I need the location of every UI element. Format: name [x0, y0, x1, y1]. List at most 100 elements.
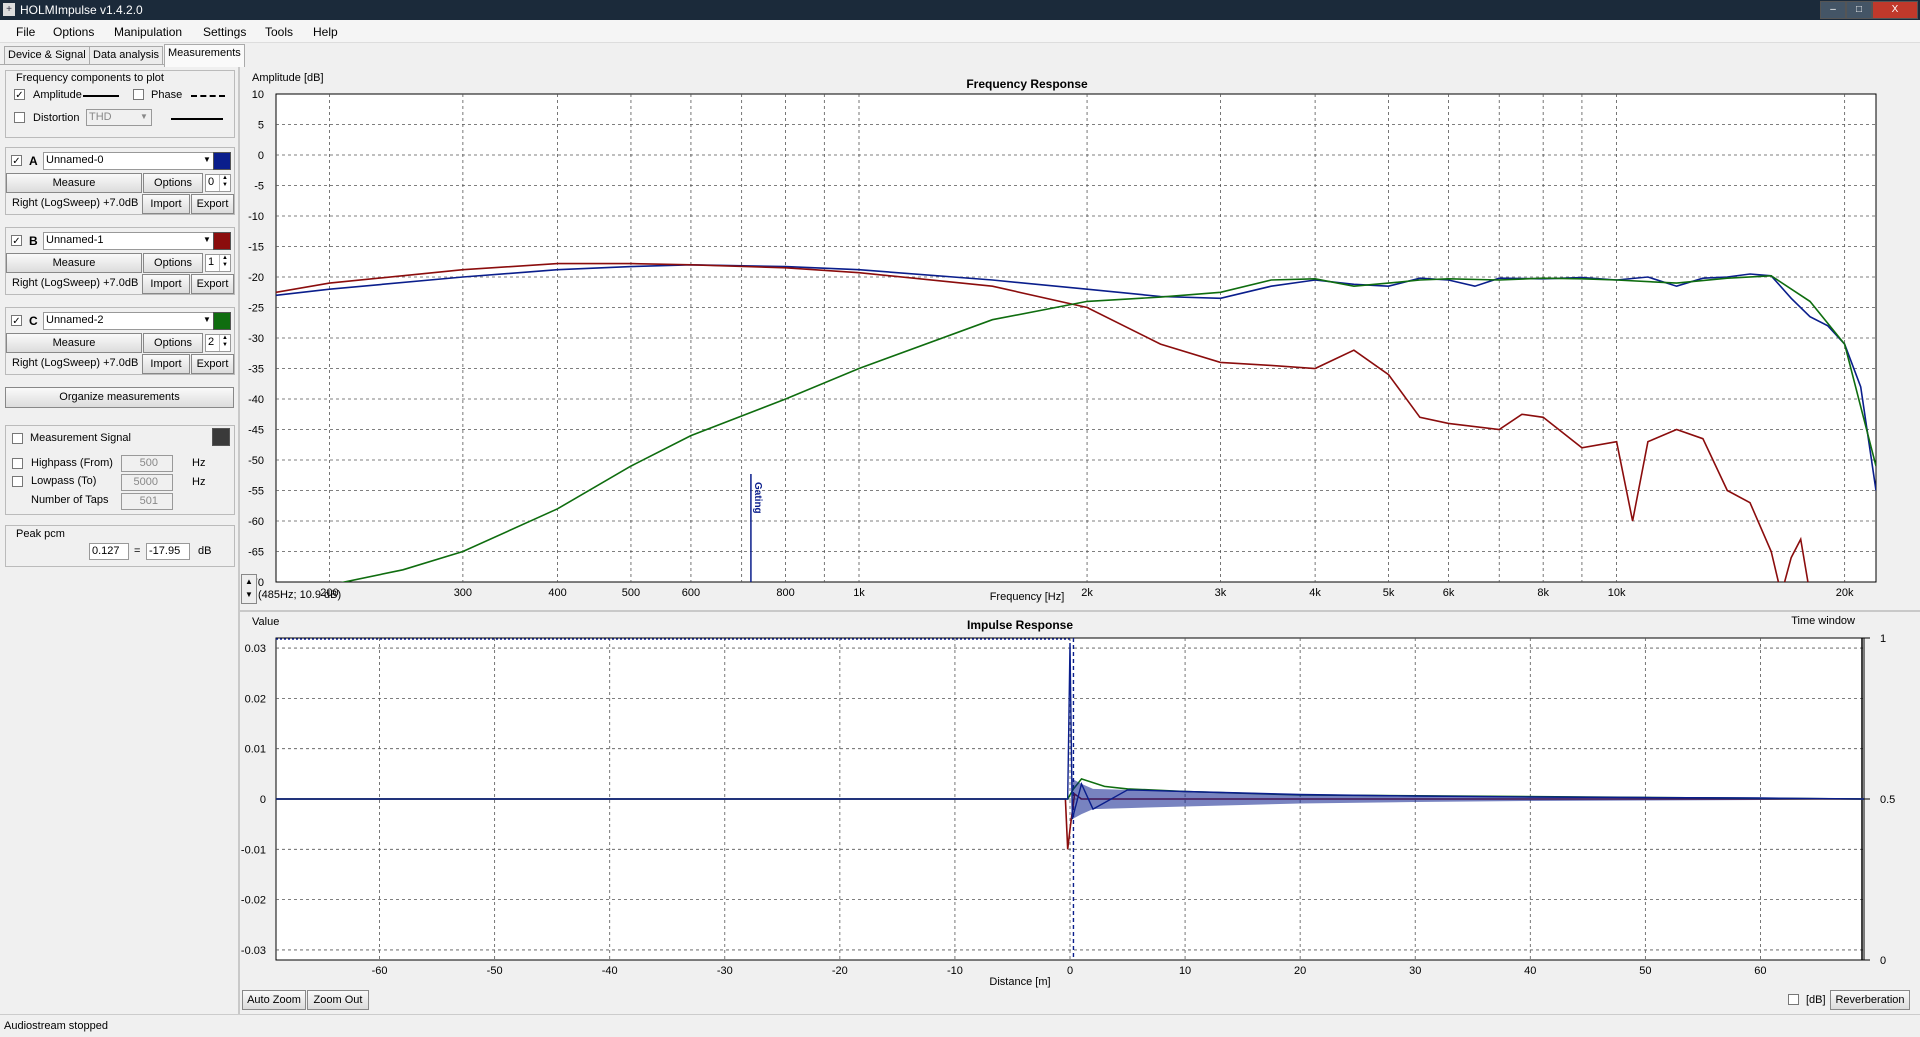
freq-xtick-label: 400: [548, 587, 566, 599]
impulse-ytick-label: -0.03: [241, 945, 266, 957]
measurement-a-letter: A: [29, 154, 38, 168]
freq-ytick-label: -20: [248, 272, 264, 284]
menu-help[interactable]: Help: [313, 25, 338, 39]
measurement-c-name-value: Unnamed-2: [46, 314, 104, 326]
highpass-field[interactable]: 500: [121, 455, 173, 472]
peak-group: Peak pcm 0.127 = -17.95 dB: [5, 525, 235, 567]
cursor-readout: (485Hz; 10.9 dB): [258, 589, 342, 601]
peak-db-field[interactable]: -17.95: [146, 543, 190, 560]
close-button[interactable]: X: [1872, 1, 1918, 19]
measurement-b-index[interactable]: 1 ▲ ▼: [205, 254, 231, 272]
impulse-chart[interactable]: 0.03 0.02 0.01 0 -0.01 -0.02 -0.03 -60 -50 -40 -30…: [240, 612, 1920, 990]
menu-options[interactable]: Options: [53, 25, 94, 39]
measurement-a-checkbox[interactable]: ✓: [11, 155, 22, 167]
impulse-xtick-label: -40: [602, 965, 618, 977]
impulse-xtick-label: -30: [717, 965, 733, 977]
organize-measurements-button[interactable]: Organize measurements: [5, 387, 234, 408]
measurement-c-color[interactable]: [213, 312, 231, 330]
measure-b-button[interactable]: Measure: [6, 253, 142, 273]
export-c-button[interactable]: Export: [191, 354, 234, 374]
freq-ytick-label: -55: [248, 486, 264, 498]
amplitude-checkbox[interactable]: ✓: [14, 89, 25, 101]
measurement-c-checkbox[interactable]: ✓: [11, 315, 22, 327]
chevron-down-icon: ▼: [203, 235, 211, 244]
measurement-b-name[interactable]: Unnamed-1 ▼: [43, 232, 215, 250]
measure-a-button[interactable]: Measure: [6, 173, 142, 193]
measurement-a-color[interactable]: [213, 152, 231, 170]
menu-tools[interactable]: Tools: [265, 25, 293, 39]
menu-manipulation[interactable]: Manipulation: [114, 25, 182, 39]
distortion-line-sample: [171, 118, 223, 120]
export-a-button[interactable]: Export: [191, 194, 234, 214]
impulse-ytick-label: 0.01: [245, 744, 266, 756]
auto-zoom-button[interactable]: Auto Zoom: [242, 990, 306, 1010]
freq-xtick-label: 3k: [1215, 587, 1227, 599]
measurement-b-color[interactable]: [213, 232, 231, 250]
options-a-button[interactable]: Options: [143, 173, 203, 193]
freq-ytick-label: 0: [258, 150, 264, 162]
highpass-checkbox[interactable]: [12, 458, 23, 469]
freq-components-title: Frequency components to plot: [16, 72, 164, 84]
options-c-button[interactable]: Options: [143, 333, 203, 353]
impulse-chart-title: Impulse Response: [967, 618, 1073, 632]
db-checkbox[interactable]: [1788, 994, 1799, 1005]
maximize-button[interactable]: □: [1846, 1, 1872, 19]
freq-xtick-label: 20k: [1836, 587, 1854, 599]
measurement-signal-checkbox[interactable]: [12, 433, 23, 444]
distortion-select[interactable]: THD ▼: [86, 109, 152, 126]
export-b-button[interactable]: Export: [191, 274, 234, 294]
peak-value-field[interactable]: 0.127: [89, 543, 129, 560]
freq-ytick-label: 5: [258, 120, 264, 132]
lowpass-field[interactable]: 5000: [121, 474, 173, 491]
menu-settings[interactable]: Settings: [203, 25, 246, 39]
freq-ytick-label: -10: [248, 211, 264, 223]
taps-field[interactable]: 501: [121, 493, 173, 510]
highpass-label: Highpass (From): [31, 457, 113, 469]
lowpass-checkbox[interactable]: [12, 476, 23, 487]
import-b-button[interactable]: Import: [142, 274, 190, 294]
zoom-out-button[interactable]: Zoom Out: [307, 990, 369, 1010]
measurement-signal-color[interactable]: [212, 428, 230, 446]
freq-xtick-label: 800: [776, 587, 794, 599]
measurement-b-checkbox[interactable]: ✓: [11, 235, 22, 247]
reverberation-button[interactable]: Reverberation: [1830, 990, 1910, 1010]
impulse-xtick-label: 50: [1639, 965, 1651, 977]
import-a-button[interactable]: Import: [142, 194, 190, 214]
tab-data-analysis[interactable]: Data analysis: [89, 46, 164, 65]
status-bar: Audiostream stopped: [0, 1014, 1920, 1037]
time-window-tick-label: 1: [1880, 633, 1886, 645]
measurement-a-name[interactable]: Unnamed-0 ▼: [43, 152, 215, 170]
impulse-ytick-label: -0.01: [241, 844, 266, 856]
gating-label: Gating: [752, 482, 763, 514]
tab-device-signal[interactable]: Device & Signal: [4, 46, 90, 65]
measurement-a-index[interactable]: 0 ▲ ▼: [205, 174, 231, 192]
menu-bar: File Options Manipulation Settings Tools…: [0, 20, 1920, 43]
left-panel: Frequency components to plot ✓ Amplitude…: [0, 64, 238, 1015]
measurement-c-index[interactable]: 2 ▲ ▼: [205, 334, 231, 352]
minimize-button[interactable]: –: [1820, 1, 1846, 19]
measure-c-button[interactable]: Measure: [6, 333, 142, 353]
spinner-icon: ▲ ▼: [219, 175, 230, 191]
distortion-checkbox[interactable]: [14, 112, 25, 123]
frequency-chart[interactable]: 10 5 0 -5 -10 -15 -20 -25 -30 -35 -40 -45 -50 -55 -60 -…: [240, 66, 1920, 610]
impulse-chart-panel: 0.03 0.02 0.01 0 -0.01 -0.02 -0.03 -60 -50 -40 -30…: [240, 612, 1920, 990]
options-b-button[interactable]: Options: [143, 253, 203, 273]
freq-xtick-label: 4k: [1309, 587, 1321, 599]
tab-measurements[interactable]: Measurements: [164, 44, 245, 67]
scroll-arrows[interactable]: ▲ ▼: [241, 574, 257, 604]
measurement-c-name[interactable]: Unnamed-2 ▼: [43, 312, 215, 330]
lowpass-label: Lowpass (To): [31, 475, 97, 487]
phase-checkbox[interactable]: [133, 89, 144, 100]
status-text: Audiostream stopped: [4, 1020, 108, 1032]
freq-ytick-label: -15: [248, 242, 264, 254]
distortion-select-value: THD: [89, 111, 112, 123]
measurement-signal-label: Measurement Signal: [30, 432, 131, 444]
measurement-b-desc: Right (LogSweep) +7.0dB: [12, 277, 139, 289]
impulse-ylabel: Value: [252, 616, 279, 628]
phase-line-sample: [191, 95, 225, 97]
freq-chart-title: Frequency Response: [966, 77, 1088, 91]
impulse-xtick-label: -10: [947, 965, 963, 977]
impulse-ytick-label: 0: [260, 794, 266, 806]
menu-file[interactable]: File: [16, 25, 35, 39]
import-c-button[interactable]: Import: [142, 354, 190, 374]
